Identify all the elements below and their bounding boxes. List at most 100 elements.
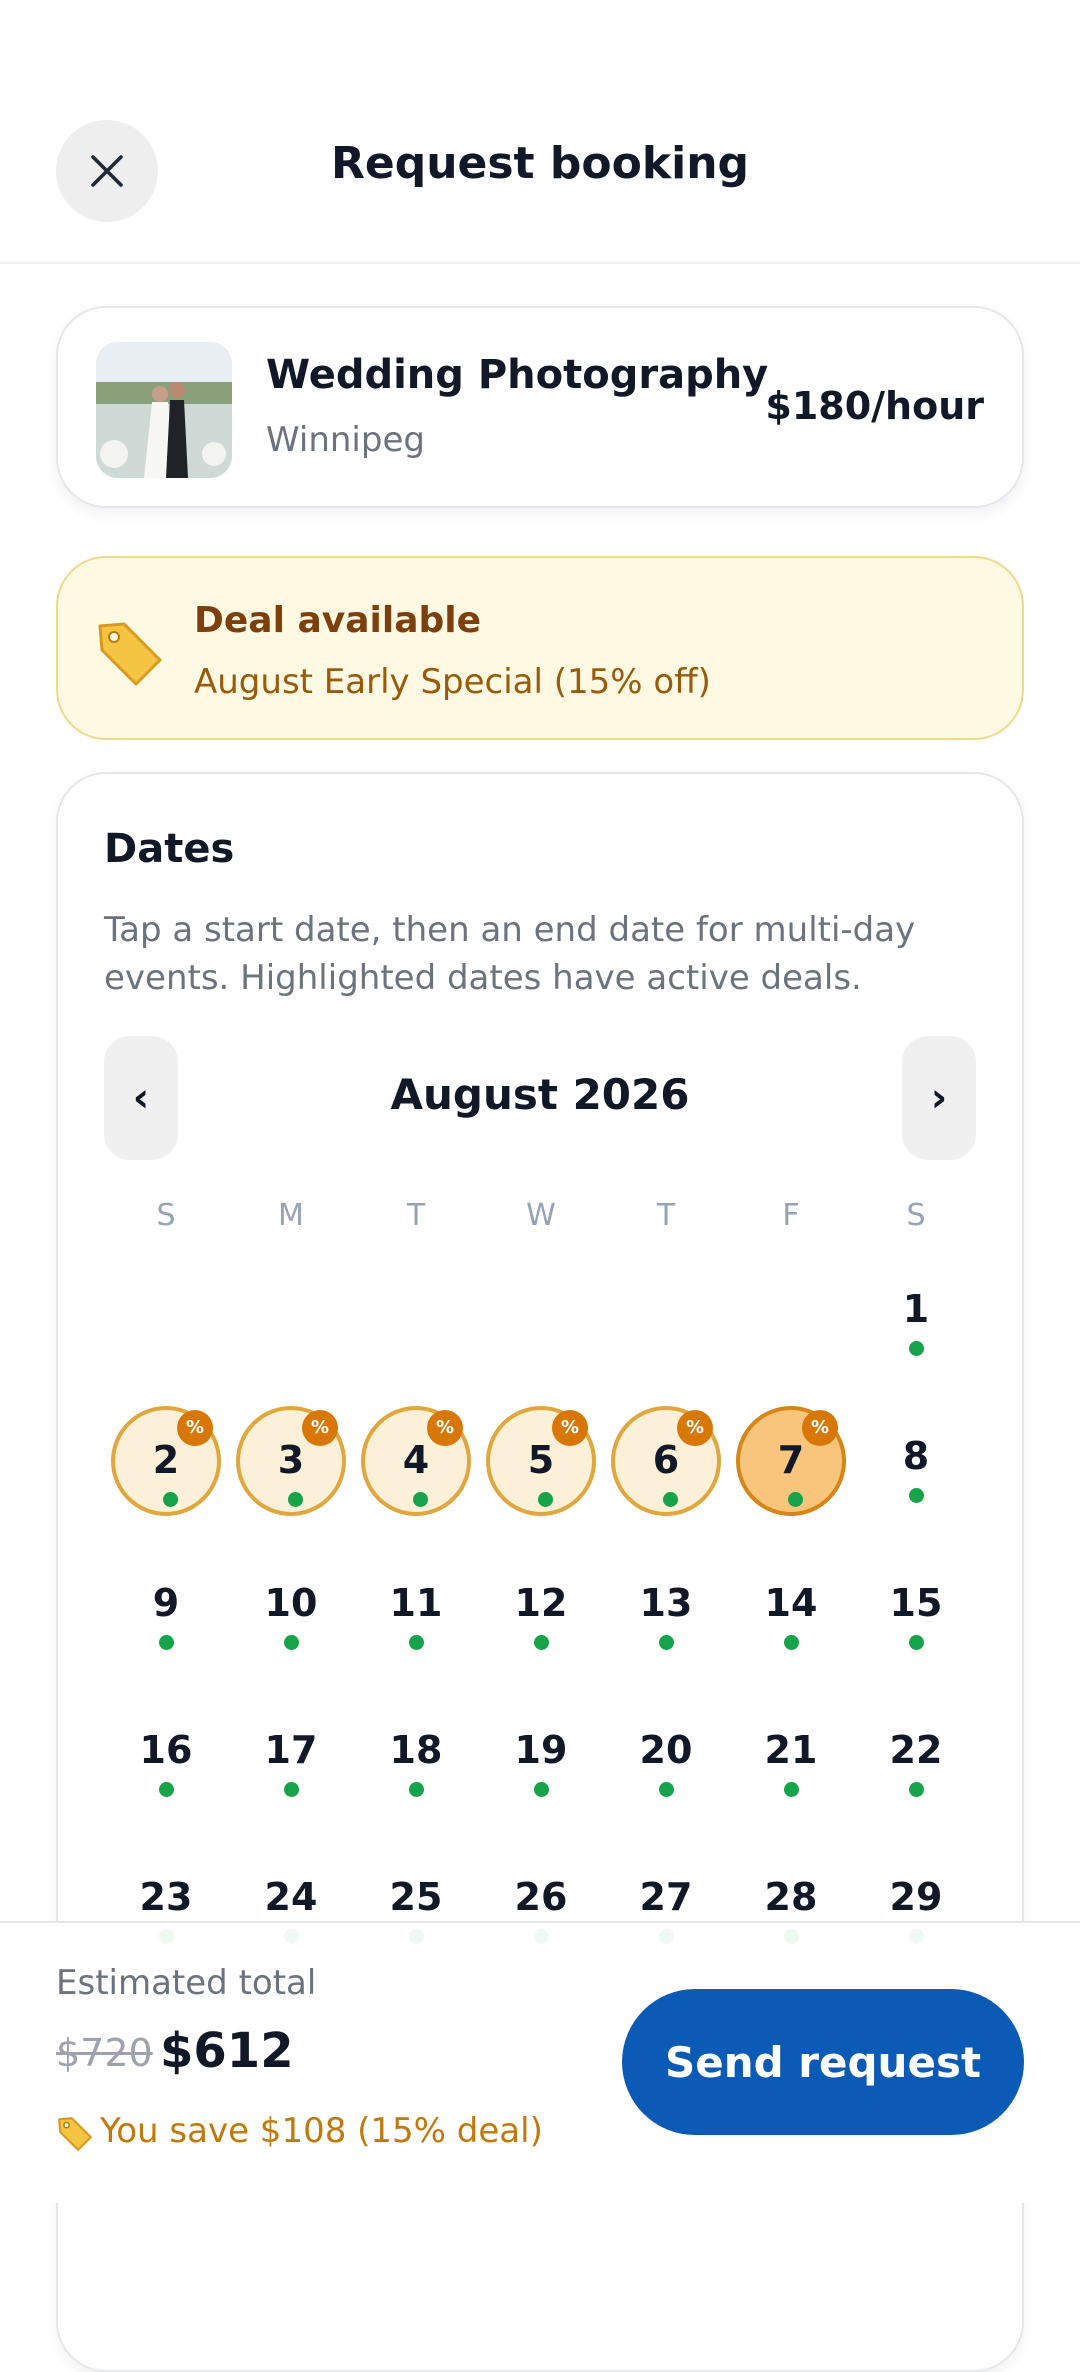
- day-number: 2: [152, 1438, 180, 1482]
- deal-description: August Early Special (15% off): [194, 662, 711, 702]
- day-number: 4: [402, 1438, 430, 1482]
- day-number: 9: [152, 1581, 180, 1625]
- availability-dot: [413, 1492, 428, 1507]
- weekday-label: F: [782, 1198, 800, 1233]
- day-number: 10: [264, 1581, 318, 1625]
- availability-dot: [284, 1782, 299, 1797]
- bottom-bar: Estimated total $720 $612 You save $108 …: [0, 1921, 1080, 2203]
- availability-dot: [534, 1635, 549, 1650]
- calendar-day[interactable]: 8: [861, 1406, 971, 1516]
- day-number: 18: [389, 1728, 443, 1772]
- day-number: 25: [389, 1875, 443, 1919]
- day-number: 23: [139, 1875, 193, 1919]
- availability-dot: [159, 1782, 174, 1797]
- service-price: $180/hour: [765, 384, 984, 428]
- day-number: 8: [902, 1434, 930, 1478]
- deal-badge-icon: %: [302, 1410, 338, 1446]
- savings-text: You save $108 (15% deal): [100, 2111, 543, 2151]
- calendar-day[interactable]: 9: [111, 1553, 221, 1663]
- estimate-label: Estimated total: [56, 1963, 317, 2003]
- availability-dot: [659, 1635, 674, 1650]
- weekday-label: T: [656, 1198, 676, 1233]
- calendar-day[interactable]: 21: [736, 1700, 846, 1810]
- availability-dot: [288, 1492, 303, 1507]
- service-card[interactable]: Wedding Photography Winnipeg $180/hour: [56, 306, 1024, 508]
- calendar-day[interactable]: 15: [861, 1553, 971, 1663]
- availability-dot: [534, 1782, 549, 1797]
- send-request-button[interactable]: Send request: [622, 1989, 1024, 2135]
- service-location: Winnipeg: [266, 420, 425, 460]
- calendar-day[interactable]: 19: [486, 1700, 596, 1810]
- deal-badge-icon: %: [677, 1410, 713, 1446]
- availability-dot: [784, 1635, 799, 1650]
- day-number: 26: [514, 1875, 568, 1919]
- availability-dot: [538, 1492, 553, 1507]
- day-number: 5: [527, 1438, 555, 1482]
- deal-badge-icon: %: [427, 1410, 463, 1446]
- availability-dot: [784, 1782, 799, 1797]
- deal-banner: Deal available August Early Special (15%…: [56, 556, 1024, 740]
- availability-dot: [909, 1782, 924, 1797]
- calendar-day[interactable]: 20: [611, 1700, 721, 1810]
- service-thumbnail: [96, 342, 232, 478]
- calendar-day[interactable]: 14: [736, 1553, 846, 1663]
- availability-dot: [909, 1488, 924, 1503]
- deal-badge-icon: %: [552, 1410, 588, 1446]
- deal-title: Deal available: [194, 600, 482, 641]
- calendar-day[interactable]: 22: [861, 1700, 971, 1810]
- calendar-day[interactable]: 11: [361, 1553, 471, 1663]
- calendar-day[interactable]: 2%: [111, 1406, 221, 1516]
- day-number: 29: [889, 1875, 943, 1919]
- calendar-day[interactable]: 3%: [236, 1406, 346, 1516]
- availability-dot: [909, 1635, 924, 1650]
- day-number: 16: [139, 1728, 193, 1772]
- day-number: 19: [514, 1728, 568, 1772]
- weekday-label: S: [906, 1198, 926, 1233]
- day-number: 3: [277, 1438, 305, 1482]
- day-number: 13: [639, 1581, 693, 1625]
- deal-badge-icon: %: [802, 1410, 838, 1446]
- day-number: 28: [764, 1875, 818, 1919]
- day-number: 12: [514, 1581, 568, 1625]
- day-number: 6: [652, 1438, 680, 1482]
- availability-dot: [909, 1341, 924, 1356]
- availability-dot: [659, 1782, 674, 1797]
- savings-line: You save $108 (15% deal): [56, 2111, 543, 2152]
- calendar-day-selected[interactable]: 7%: [736, 1406, 846, 1516]
- dates-description: Tap a start date, then an end date for m…: [104, 910, 916, 998]
- dates-title: Dates: [104, 826, 235, 872]
- calendar-day[interactable]: 1: [861, 1259, 971, 1369]
- calendar-day[interactable]: 10: [236, 1553, 346, 1663]
- month-label: August 2026: [390, 1070, 690, 1119]
- price-tag-icon: [58, 2116, 92, 2151]
- day-number: 1: [902, 1287, 930, 1331]
- calendar-day[interactable]: 12: [486, 1553, 596, 1663]
- calendar-day[interactable]: 16: [111, 1700, 221, 1810]
- day-number: 15: [889, 1581, 943, 1625]
- calendar-day[interactable]: 18: [361, 1700, 471, 1810]
- weekday-label: M: [278, 1198, 304, 1233]
- chevron-right-icon: ›: [930, 1075, 948, 1121]
- header: Request booking: [0, 0, 1080, 264]
- day-number: 21: [764, 1728, 818, 1772]
- next-month-button[interactable]: ›: [902, 1036, 976, 1160]
- calendar-day[interactable]: 6%: [611, 1406, 721, 1516]
- availability-dot: [284, 1635, 299, 1650]
- day-number: 7: [777, 1438, 805, 1482]
- calendar-day[interactable]: 13: [611, 1553, 721, 1663]
- day-number: 17: [264, 1728, 318, 1772]
- weekday-label: W: [526, 1198, 556, 1233]
- calendar-day[interactable]: 5%: [486, 1406, 596, 1516]
- weekday-label: S: [156, 1198, 176, 1233]
- day-number: 27: [639, 1875, 693, 1919]
- availability-dot: [663, 1492, 678, 1507]
- calendar-day[interactable]: 4%: [361, 1406, 471, 1516]
- total-price: $612: [160, 2023, 294, 2079]
- calendar-day[interactable]: 17: [236, 1700, 346, 1810]
- availability-dot: [409, 1635, 424, 1650]
- page-title: Request booking: [330, 138, 750, 189]
- day-number: 14: [764, 1581, 818, 1625]
- availability-dot: [788, 1492, 803, 1507]
- day-number: 24: [264, 1875, 318, 1919]
- day-number: 22: [889, 1728, 943, 1772]
